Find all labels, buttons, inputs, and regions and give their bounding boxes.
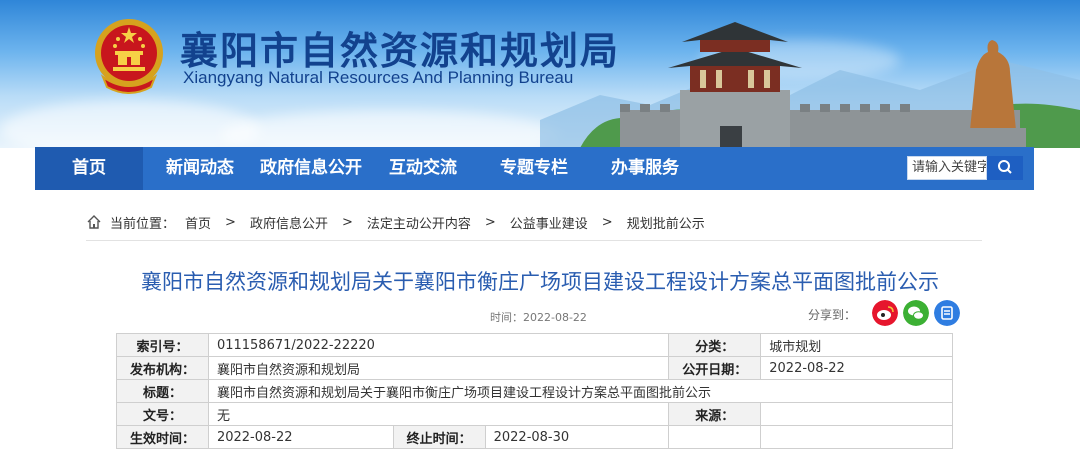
publish-time-value: 2022-08-22 — [523, 311, 587, 324]
breadcrumb-item-statutory[interactable]: 法定主动公开内容 — [367, 213, 471, 232]
publisher-value: 襄阳市自然资源和规划局 — [207, 356, 670, 380]
search-input[interactable]: 请输入关键字 — [907, 156, 987, 180]
table-row: 索引号： 011158671/2022-22220 分类： 城市规划 — [116, 333, 953, 357]
breadcrumb-item-home[interactable]: 首页 — [185, 213, 211, 232]
site-subtitle: Xiangyang Natural Resources And Planning… — [183, 68, 574, 87]
end-label: 终止时间： — [392, 425, 486, 449]
pubdate-label: 公开日期： — [668, 356, 762, 380]
table-row: 生效时间： 2022-08-22 终止时间： 2022-08-30 — [116, 425, 953, 449]
national-emblem-icon — [95, 19, 163, 94]
index-value: 011158671/2022-22220 — [207, 333, 670, 357]
home-icon — [87, 215, 101, 229]
category-label: 分类： — [668, 333, 762, 357]
breadcrumb-prefix: 当前位置： — [110, 216, 176, 232]
main-nav: 首页 新闻动态 政府信息公开 互动交流 专题专栏 办事服务 请输入关键字 — [35, 147, 1034, 190]
breadcrumb-separator: > — [484, 214, 496, 230]
breadcrumb-item-planning[interactable]: 规划批前公示 — [627, 213, 705, 232]
breadcrumb-item-gov-info[interactable]: 政府信息公开 — [250, 213, 328, 232]
effective-value: 2022-08-22 — [207, 425, 394, 449]
nav-item-services[interactable]: 办事服务 — [611, 147, 679, 190]
breadcrumb-item-public-works[interactable]: 公益事业建设 — [510, 213, 588, 232]
pubdate-value: 2022-08-22 — [760, 356, 953, 380]
table-row: 发布机构： 襄阳市自然资源和规划局 公开日期： 2022-08-22 — [116, 356, 953, 380]
nav-item-interaction[interactable]: 互动交流 — [389, 147, 457, 190]
table-row: 标题： 襄阳市自然资源和规划局关于襄阳市衡庄广场项目建设工程设计方案总平面图批前… — [116, 379, 954, 403]
breadcrumb-separator: > — [601, 214, 613, 230]
article-title: 襄阳市自然资源和规划局关于襄阳市衡庄广场项目建设工程设计方案总平面图批前公示 — [141, 270, 939, 294]
effective-label: 生效时间： — [116, 425, 209, 449]
subject-value: 襄阳市自然资源和规划局关于襄阳市衡庄广场项目建设工程设计方案总平面图批前公示 — [207, 379, 954, 403]
empty-cell — [668, 425, 762, 449]
wechat-icon[interactable] — [903, 300, 929, 326]
city-wall-scenery — [540, 22, 1080, 148]
breadcrumb-divider — [86, 240, 982, 241]
source-value — [760, 402, 953, 426]
end-value: 2022-08-30 — [484, 425, 670, 449]
subject-label: 标题： — [116, 379, 209, 403]
search-icon — [998, 160, 1012, 174]
empty-cell — [760, 425, 953, 449]
breadcrumb: 当前位置： 首页 > 政府信息公开 > 法定主动公开内容 > 公益事业建设 > … — [86, 210, 705, 234]
document-info-table: 索引号： 011158671/2022-22220 分类： 城市规划 发布机构：… — [116, 333, 954, 449]
publisher-label: 发布机构： — [116, 356, 209, 380]
source-label: 来源： — [668, 402, 762, 426]
publish-time-label: 时间： — [490, 311, 523, 324]
docno-label: 文号： — [116, 402, 209, 426]
nav-item-news[interactable]: 新闻动态 — [166, 147, 234, 190]
site-header: 襄阳市自然资源和规划局 Xiangyang Natural Resources … — [0, 0, 1080, 148]
publish-time: 时间：2022-08-22 — [490, 309, 587, 325]
weibo-icon[interactable] — [872, 300, 898, 326]
category-value: 城市规划 — [760, 333, 953, 357]
docno-value: 无 — [207, 402, 670, 426]
breadcrumb-separator: > — [225, 214, 236, 230]
nav-item-home[interactable]: 首页 — [35, 147, 143, 190]
header-cloud — [0, 100, 260, 148]
breadcrumb-separator: > — [341, 214, 353, 230]
share-label: 分享到： — [808, 308, 857, 322]
page: 襄阳市自然资源和规划局 Xiangyang Natural Resources … — [0, 0, 1080, 463]
nav-item-topics[interactable]: 专题专栏 — [500, 147, 568, 190]
index-label: 索引号： — [116, 333, 209, 357]
nav-item-gov-info[interactable]: 政府信息公开 — [260, 147, 362, 190]
qzone-icon[interactable] — [934, 300, 960, 326]
search-button[interactable] — [987, 156, 1023, 180]
header-cloud — [220, 110, 560, 148]
table-row: 文号： 无 来源： — [116, 402, 953, 426]
